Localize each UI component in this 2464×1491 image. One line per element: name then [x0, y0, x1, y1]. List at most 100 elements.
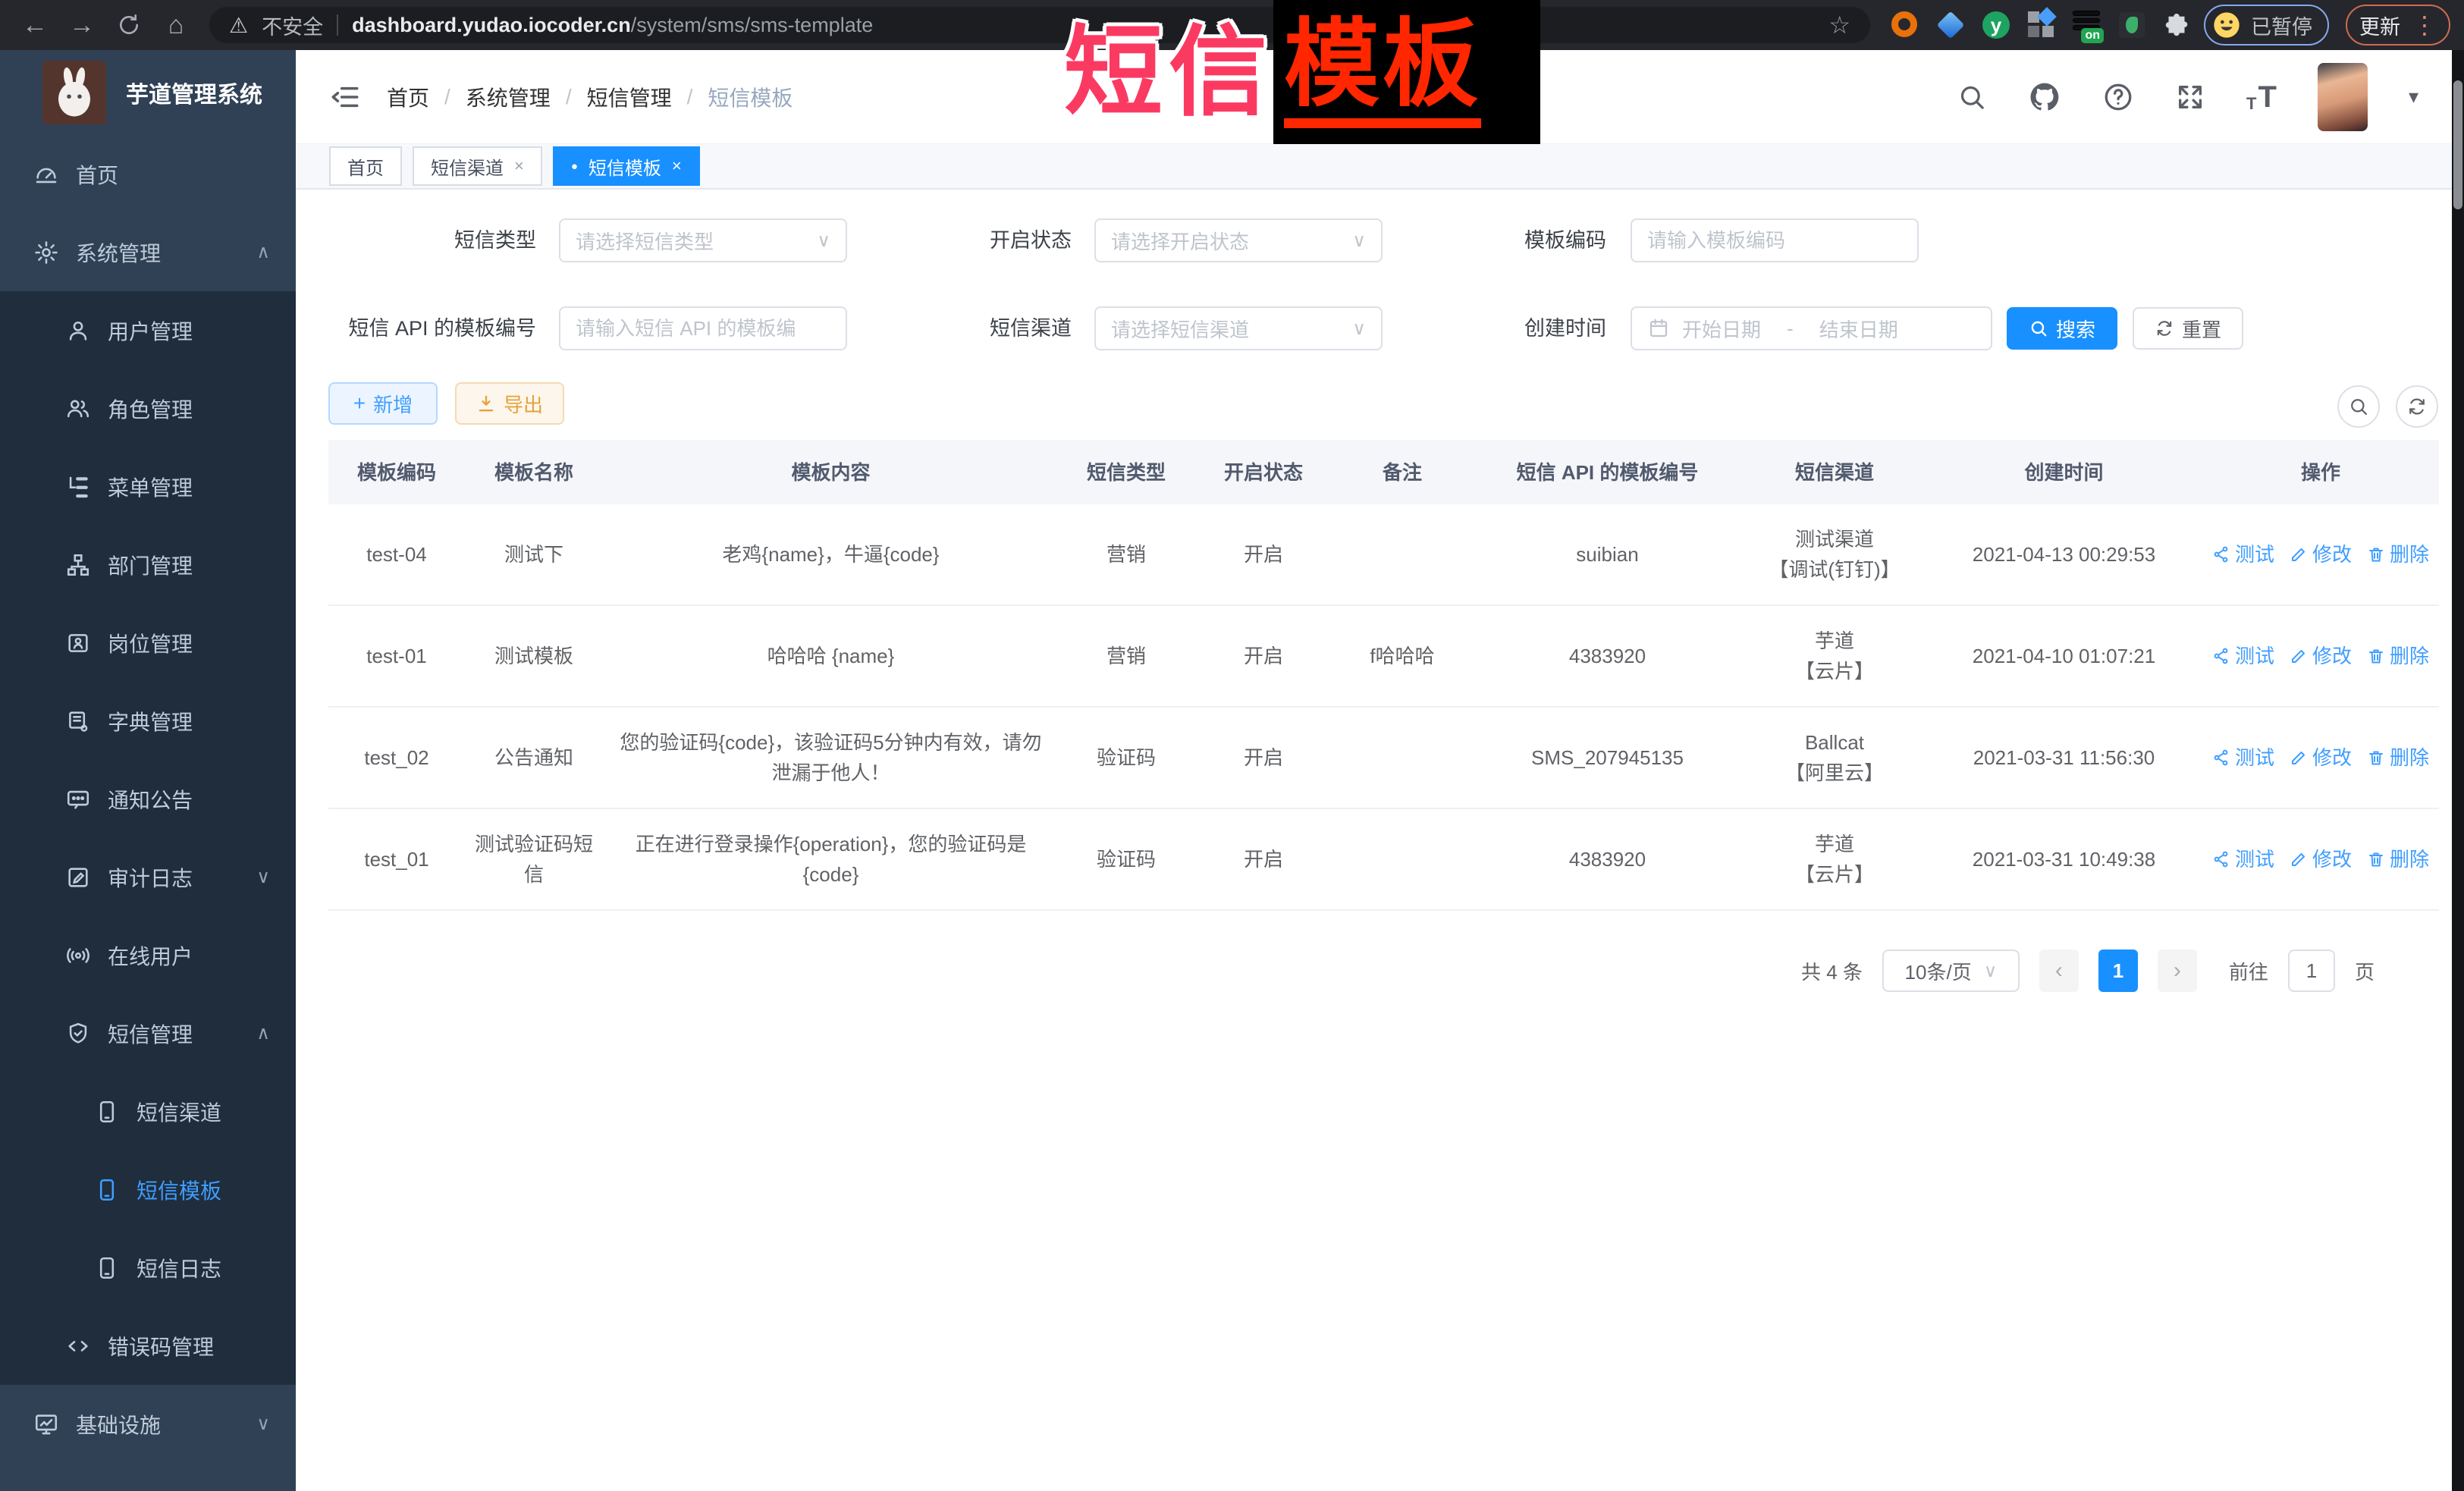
- extensions-puzzle-icon[interactable]: [2163, 11, 2190, 39]
- breadcrumb-system[interactable]: 系统管理: [466, 82, 551, 112]
- phone-icon: [94, 1099, 120, 1125]
- template-code-input[interactable]: [1647, 229, 1902, 253]
- sms-type-select[interactable]: 请选择短信类型 ∨: [559, 218, 847, 262]
- api-template-id-input[interactable]: [576, 317, 830, 341]
- extension-orange-ring-icon[interactable]: [1891, 11, 1919, 39]
- avatar-dropdown-caret-icon[interactable]: ▾: [2409, 85, 2418, 108]
- delete-link[interactable]: 删除: [2367, 742, 2429, 773]
- sidebar-item-audit-log[interactable]: 审计日志 ∨: [0, 838, 296, 916]
- page-size-select[interactable]: 10条/页 ∨: [1882, 950, 2020, 992]
- sidebar-item-dictionary[interactable]: 字典管理: [0, 682, 296, 760]
- edit-link[interactable]: 修改: [2290, 641, 2352, 671]
- sidebar-item-sms-channel[interactable]: 短信渠道: [0, 1072, 296, 1150]
- add-button[interactable]: + 新增: [328, 382, 438, 425]
- trash-icon: [2367, 647, 2385, 665]
- test-link[interactable]: 测试: [2212, 742, 2274, 773]
- delete-link[interactable]: 删除: [2367, 539, 2429, 570]
- export-button[interactable]: 导出: [455, 382, 564, 425]
- extension-grid-icon[interactable]: [2028, 11, 2055, 39]
- browser-home-icon[interactable]: ⌂: [155, 0, 197, 50]
- extension-green-y-icon[interactable]: y: [1982, 11, 2010, 39]
- channel-label: 短信渠道: [902, 306, 1072, 350]
- test-link[interactable]: 测试: [2212, 539, 2274, 570]
- extension-list-icon[interactable]: on: [2073, 11, 2101, 39]
- status-select[interactable]: 请选择开启状态 ∨: [1094, 218, 1383, 262]
- close-icon[interactable]: ×: [514, 156, 524, 176]
- sidebar-item-announcements[interactable]: 通知公告: [0, 760, 296, 838]
- chevron-down-icon: ∨: [1352, 318, 1366, 340]
- cell-remark: f哈哈哈: [1333, 641, 1471, 671]
- sidebar-item-home[interactable]: 首页: [0, 135, 296, 213]
- breadcrumb-separator: /: [566, 85, 572, 109]
- sidebar-item-sms-management[interactable]: 短信管理 ∧: [0, 994, 296, 1072]
- reset-button[interactable]: 重置: [2133, 307, 2243, 350]
- org-chart-icon: [65, 552, 91, 578]
- browser-update-button[interactable]: 更新 ⋮: [2346, 5, 2450, 46]
- test-link[interactable]: 测试: [2212, 641, 2274, 671]
- date-end-placeholder: 结束日期: [1819, 315, 1898, 343]
- column-header: 备注: [1333, 457, 1471, 488]
- browser-reload-icon[interactable]: [108, 13, 150, 37]
- refresh-table-button[interactable]: [2396, 385, 2438, 428]
- sidebar-item-users[interactable]: 用户管理: [0, 291, 296, 369]
- sidebar-item-departments[interactable]: 部门管理: [0, 526, 296, 604]
- tab-sms-channel[interactable]: 短信渠道 ×: [413, 146, 542, 186]
- sidebar-item-label: 错误码管理: [108, 1331, 214, 1361]
- cell-created: 2021-03-31 10:49:38: [1926, 844, 2202, 874]
- sidebar-item-sms-log[interactable]: 短信日志: [0, 1229, 296, 1307]
- app-logo-row[interactable]: 芋道管理系统: [0, 50, 296, 135]
- user-avatar[interactable]: [2318, 63, 2368, 131]
- edit-link[interactable]: 修改: [2290, 844, 2352, 874]
- extension-blue-kite-icon[interactable]: [1937, 11, 1964, 39]
- test-link-label: 测试: [2235, 539, 2274, 570]
- breadcrumb-sms[interactable]: 短信管理: [587, 82, 672, 112]
- bookmark-star-icon[interactable]: ☆: [1828, 11, 1850, 39]
- delete-link[interactable]: 删除: [2367, 641, 2429, 671]
- page-scrollbar[interactable]: [2452, 50, 2464, 1491]
- goto-page-input[interactable]: [2288, 950, 2335, 992]
- browser-profile-chip[interactable]: 已暂停: [2204, 5, 2329, 46]
- help-icon[interactable]: [2102, 81, 2134, 113]
- sidebar-item-infrastructure[interactable]: 基础设施 ∨: [0, 1385, 296, 1463]
- edit-link[interactable]: 修改: [2290, 539, 2352, 570]
- search-icon[interactable]: [1957, 82, 1987, 112]
- prev-page-button[interactable]: ‹: [2039, 950, 2079, 992]
- channel-select[interactable]: 请选择短信渠道 ∨: [1094, 306, 1383, 350]
- extension-leaf-icon[interactable]: [2119, 12, 2145, 38]
- test-link[interactable]: 测试: [2212, 844, 2274, 874]
- browser-menu-dots-icon[interactable]: ⋮: [2412, 11, 2437, 39]
- tab-sms-template[interactable]: ● 短信模板 ×: [553, 146, 700, 186]
- sidebar-collapse-icon[interactable]: [329, 81, 361, 113]
- address-bar[interactable]: ⚠ 不安全 dashboard.yudao.iocoder.cn/system/…: [209, 7, 1870, 43]
- sidebar-item-posts[interactable]: 岗位管理: [0, 604, 296, 682]
- sidebar-item-online-users[interactable]: 在线用户: [0, 916, 296, 994]
- sidebar-item-menus[interactable]: 菜单管理: [0, 447, 296, 526]
- edit-link-label: 修改: [2312, 539, 2352, 570]
- sidebar-item-roles[interactable]: 角色管理: [0, 369, 296, 447]
- cell-code: test_01: [328, 844, 465, 874]
- scrollbar-thumb[interactable]: [2453, 80, 2462, 209]
- sidebar-item-error-codes[interactable]: 错误码管理: [0, 1307, 296, 1385]
- edit-link[interactable]: 修改: [2290, 742, 2352, 773]
- delete-link-label: 删除: [2390, 742, 2429, 773]
- sidebar-item-sms-template[interactable]: 短信模板: [0, 1150, 296, 1229]
- cell-name: 测试验证码短信: [465, 829, 603, 890]
- date-range-picker[interactable]: 开始日期 - 结束日期: [1631, 306, 1992, 350]
- next-page-button[interactable]: ›: [2158, 950, 2197, 992]
- tab-home[interactable]: 首页: [329, 146, 402, 186]
- sidebar-item-system[interactable]: 系统管理 ∧: [0, 213, 296, 291]
- breadcrumb-home[interactable]: 首页: [387, 82, 429, 112]
- close-icon[interactable]: ×: [672, 156, 682, 176]
- dashboard-icon: [33, 162, 59, 187]
- users-icon: [65, 396, 91, 422]
- font-size-icon[interactable]: TT: [2246, 82, 2277, 112]
- browser-forward-icon[interactable]: →: [61, 0, 103, 50]
- page-1-button[interactable]: 1: [2098, 950, 2138, 992]
- search-button[interactable]: 搜索: [2007, 307, 2117, 350]
- browser-back-icon[interactable]: ←: [14, 0, 56, 50]
- cell-type: 营销: [1059, 641, 1194, 671]
- toggle-search-button[interactable]: [2337, 385, 2380, 428]
- delete-link[interactable]: 删除: [2367, 844, 2429, 874]
- fullscreen-icon[interactable]: [2175, 82, 2205, 112]
- github-icon[interactable]: [2028, 80, 2061, 114]
